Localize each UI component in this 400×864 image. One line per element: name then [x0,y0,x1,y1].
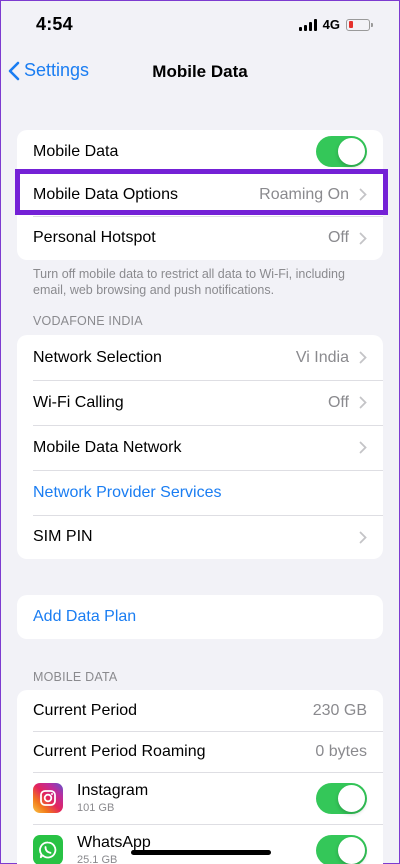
instagram-icon [33,783,63,813]
battery-icon [346,18,373,31]
mobile-data-options-row[interactable]: Mobile Data Options Roaming On [17,173,383,216]
app-data-size: 101 GB [77,802,115,814]
app-data-size: 25.1 GB [77,854,118,864]
wifi-calling-label: Wi-Fi Calling [33,393,124,411]
current-period-roaming-row: Current Period Roaming 0 bytes [17,731,383,772]
usage-section-header: MOBILE DATA [33,670,118,684]
wifi-calling-row[interactable]: Wi-Fi Calling Off [17,380,383,425]
whatsapp-icon [33,835,63,864]
app-row-whatsapp[interactable]: WhatsApp 25.1 GB [17,824,383,864]
current-period-label: Current Period [33,701,138,719]
mobile-data-network-label: Mobile Data Network [33,438,182,456]
chevron-right-icon [359,351,367,364]
sim-pin-row[interactable]: SIM PIN [17,515,383,559]
wifi-calling-value: Off [327,393,349,411]
navigation-bar: Settings Mobile Data [0,50,400,94]
cellular-signal-icon [298,18,317,31]
network-provider-services-row[interactable]: Network Provider Services [17,470,383,515]
network-selection-value: Vi India [295,348,349,366]
personal-hotspot-label: Personal Hotspot [33,229,156,246]
personal-hotspot-row[interactable]: Personal Hotspot Off [17,216,383,260]
instagram-data-toggle[interactable] [316,782,367,814]
home-indicator[interactable] [131,850,271,855]
current-period-roaming-label: Current Period Roaming [33,742,206,760]
mobile-data-footnote: Turn off mobile data to restrict all dat… [33,267,345,297]
chevron-right-icon [359,232,367,244]
mobile-data-network-row[interactable]: Mobile Data Network [17,425,383,470]
chevron-right-icon [359,441,367,454]
back-button[interactable]: Settings [8,60,89,81]
status-indicators: 4G [298,17,373,32]
mobile-data-label: Mobile Data [33,142,119,160]
chevron-right-icon [359,396,367,409]
add-data-plan-row[interactable]: Add Data Plan [17,595,383,639]
sim-pin-label: SIM PIN [33,528,93,545]
network-type: 4G [322,17,340,32]
mobile-data-options-value: Roaming On [259,185,349,203]
chevron-right-icon [359,188,367,201]
app-row-instagram[interactable]: Instagram 101 GB [17,772,383,824]
chevron-right-icon [359,531,367,543]
mobile-data-options-label: Mobile Data Options [33,185,178,203]
app-name: Instagram [77,782,149,799]
add-data-plan-link[interactable]: Add Data Plan [33,608,367,626]
mobile-data-toggle[interactable] [316,136,367,167]
data-plan-group: Add Data Plan [17,595,383,639]
current-period-value: 230 GB [312,701,367,719]
network-selection-row[interactable]: Network Selection Vi India [17,335,383,380]
back-button-label: Settings [24,60,90,80]
status-time: 4:54 [36,14,73,34]
network-selection-label: Network Selection [33,348,162,366]
usage-group: Current Period 230 GB Current Period Roa… [17,690,383,864]
carrier-section-header: VODAFONE INDIA [33,314,143,328]
whatsapp-data-toggle[interactable] [316,834,367,864]
carrier-group: Network Selection Vi India Wi-Fi Calling… [17,335,383,559]
personal-hotspot-value: Off [327,229,349,246]
status-bar: 4:54 4G [0,0,400,50]
mobile-data-group: Mobile Data Mobile Data Options Roaming … [17,130,383,260]
current-period-roaming-value: 0 bytes [315,742,367,760]
current-period-row: Current Period 230 GB [17,690,383,731]
chevron-left-icon [8,61,20,80]
mobile-data-row[interactable]: Mobile Data [17,130,383,173]
network-provider-services-link[interactable]: Network Provider Services [33,484,367,502]
